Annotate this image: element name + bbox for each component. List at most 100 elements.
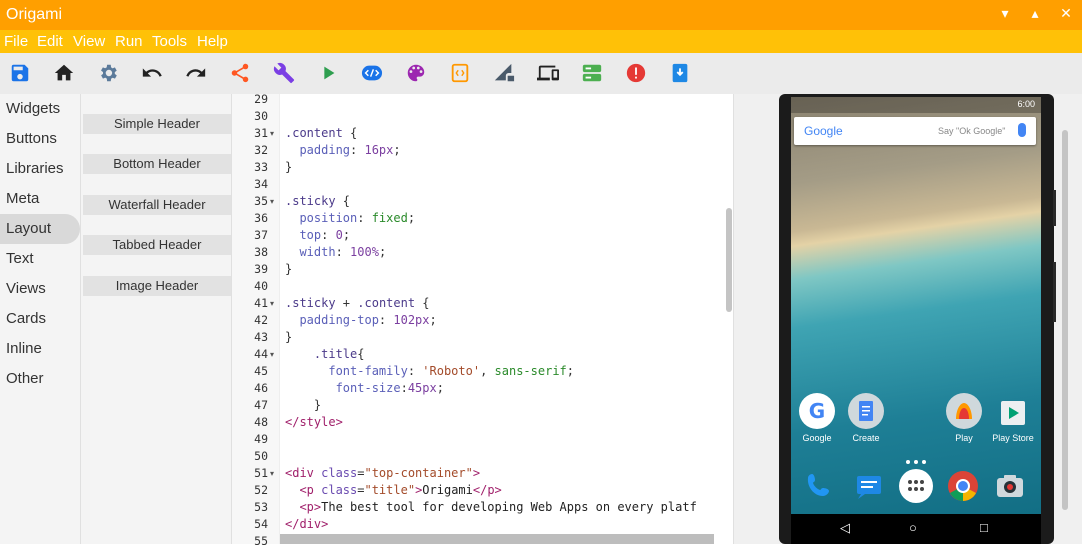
app-play-store[interactable]: Play Store xyxy=(988,393,1038,443)
code-line: .content { xyxy=(285,126,357,140)
sidebar-item-layout[interactable]: Layout xyxy=(0,214,80,244)
line-number: 50 xyxy=(254,449,268,463)
download-icon[interactable] xyxy=(669,62,691,84)
devices-icon[interactable] xyxy=(537,62,559,84)
sidebar-item-cards[interactable]: Cards xyxy=(0,304,80,334)
phone-nav-bar: ◁ ○ □ xyxy=(791,514,1041,544)
fold-toggle-icon[interactable]: ▾ xyxy=(270,350,274,359)
line-number: 43 xyxy=(254,330,268,344)
settings-icon[interactable] xyxy=(97,62,119,84)
app-google[interactable]: G Google xyxy=(792,393,842,443)
horizontal-scrollbar[interactable] xyxy=(280,534,714,544)
code-token: ; xyxy=(436,381,444,395)
snippet-image-header[interactable]: Image Header xyxy=(83,276,231,296)
line-number: 47 xyxy=(254,398,268,412)
code-line: </div> xyxy=(285,517,328,531)
messages-app-icon[interactable] xyxy=(852,469,886,503)
code-token: ; xyxy=(566,364,575,378)
menu-view[interactable]: View xyxy=(73,33,105,50)
back-icon[interactable]: ◁ xyxy=(840,520,850,536)
app-label: Play xyxy=(955,433,973,443)
menu-file[interactable]: File xyxy=(4,33,28,50)
snippet-tabbed-header[interactable]: Tabbed Header xyxy=(83,235,231,255)
close-button[interactable]: ✕ xyxy=(1056,5,1076,22)
menu-tools[interactable]: Tools xyxy=(152,33,187,50)
phone-status-bar: 6:00 xyxy=(791,97,1041,113)
editor-vertical-scrollbar[interactable] xyxy=(726,208,732,312)
recents-icon[interactable]: □ xyxy=(980,520,988,535)
menu-help[interactable]: Help xyxy=(197,33,228,50)
code-token: class xyxy=(321,466,358,480)
google-search-bar[interactable]: Google Say "Ok Google" xyxy=(794,117,1036,145)
code-token: : xyxy=(407,364,423,378)
menu-run[interactable]: Run xyxy=(115,33,143,50)
fold-toggle-icon[interactable]: ▾ xyxy=(270,469,274,478)
sidebar-item-inline[interactable]: Inline xyxy=(0,334,80,364)
fold-toggle-icon[interactable]: ▾ xyxy=(270,197,274,206)
snippet-list: Simple Header Bottom Header Waterfall He… xyxy=(81,94,232,544)
snippet-bottom-header[interactable]: Bottom Header xyxy=(83,154,231,174)
signal-lock-icon[interactable] xyxy=(493,62,515,84)
sidebar-item-other[interactable]: Other xyxy=(0,364,80,394)
code-token: font-family xyxy=(285,364,408,378)
ok-google-hint: Say "Ok Google" xyxy=(938,126,1006,136)
wrench-icon[interactable] xyxy=(273,62,295,84)
code-token: </style> xyxy=(285,415,343,429)
play-icon[interactable] xyxy=(317,62,339,84)
sidebar-item-views[interactable]: Views xyxy=(0,274,80,304)
app-play[interactable]: Play xyxy=(939,393,989,443)
app-drawer-icon[interactable] xyxy=(899,469,933,503)
chrome-app-icon[interactable] xyxy=(946,469,980,503)
code-token: font-size xyxy=(285,381,401,395)
maximize-button[interactable]: ▴ xyxy=(1025,5,1045,22)
snippet-waterfall-header[interactable]: Waterfall Header xyxy=(83,195,231,215)
code-token: </div> xyxy=(285,517,329,531)
fold-toggle-icon[interactable]: ▾ xyxy=(270,129,274,138)
save-icon[interactable] xyxy=(9,62,31,84)
snippet-simple-header[interactable]: Simple Header xyxy=(83,114,231,134)
sidebar-item-buttons[interactable]: Buttons xyxy=(0,124,80,154)
code-editor[interactable]: .content { padding: 16px;} .sticky { posi… xyxy=(280,94,730,534)
code-token: ; xyxy=(429,313,437,327)
undo-icon[interactable] xyxy=(141,62,163,84)
error-icon[interactable] xyxy=(625,62,647,84)
menu-edit[interactable]: Edit xyxy=(37,33,63,50)
app-label: Google xyxy=(802,433,832,443)
line-number: 49 xyxy=(254,432,268,446)
storage-icon[interactable] xyxy=(581,62,603,84)
preview-scrollbar[interactable] xyxy=(1062,130,1068,510)
sidebar-item-text[interactable]: Text xyxy=(0,244,80,274)
camera-app-icon[interactable] xyxy=(993,469,1027,503)
code-token: .title xyxy=(285,347,358,361)
redo-icon[interactable] xyxy=(185,62,207,84)
code-token: > xyxy=(472,466,481,480)
app-create[interactable]: Create xyxy=(841,393,891,443)
code-line: width: 100%; xyxy=(285,245,386,259)
sidebar-item-widgets[interactable]: Widgets xyxy=(0,94,80,124)
fold-toggle-icon[interactable]: ▾ xyxy=(270,299,274,308)
code-line: top: 0; xyxy=(285,228,350,242)
phone-app-icon[interactable] xyxy=(803,469,837,503)
line-number: 55 xyxy=(254,534,268,548)
frame-icon[interactable] xyxy=(449,62,471,84)
sidebar-item-libraries[interactable]: Libraries xyxy=(0,154,80,184)
line-number: 35 xyxy=(254,194,268,208)
line-number: 42 xyxy=(254,313,268,327)
code-line: } xyxy=(285,330,292,344)
code-token: : xyxy=(357,211,372,225)
code-icon[interactable] xyxy=(361,62,383,84)
home-nav-icon[interactable]: ○ xyxy=(909,520,917,535)
palette-icon[interactable] xyxy=(405,62,427,84)
code-token: padding-top xyxy=(285,313,379,327)
line-number: 54 xyxy=(254,517,268,531)
sidebar-item-meta[interactable]: Meta xyxy=(0,184,80,214)
code-token: + xyxy=(335,296,358,310)
mic-icon[interactable] xyxy=(1018,123,1026,137)
code-token: : xyxy=(350,143,365,157)
minimize-button[interactable]: ▾ xyxy=(995,5,1015,22)
code-line: font-family: 'Roboto', sans-serif; xyxy=(285,364,574,378)
share-icon[interactable] xyxy=(229,62,251,84)
google-logo: Google xyxy=(804,124,843,138)
phone-clock: 6:00 xyxy=(1017,99,1035,109)
home-icon[interactable] xyxy=(53,62,75,84)
